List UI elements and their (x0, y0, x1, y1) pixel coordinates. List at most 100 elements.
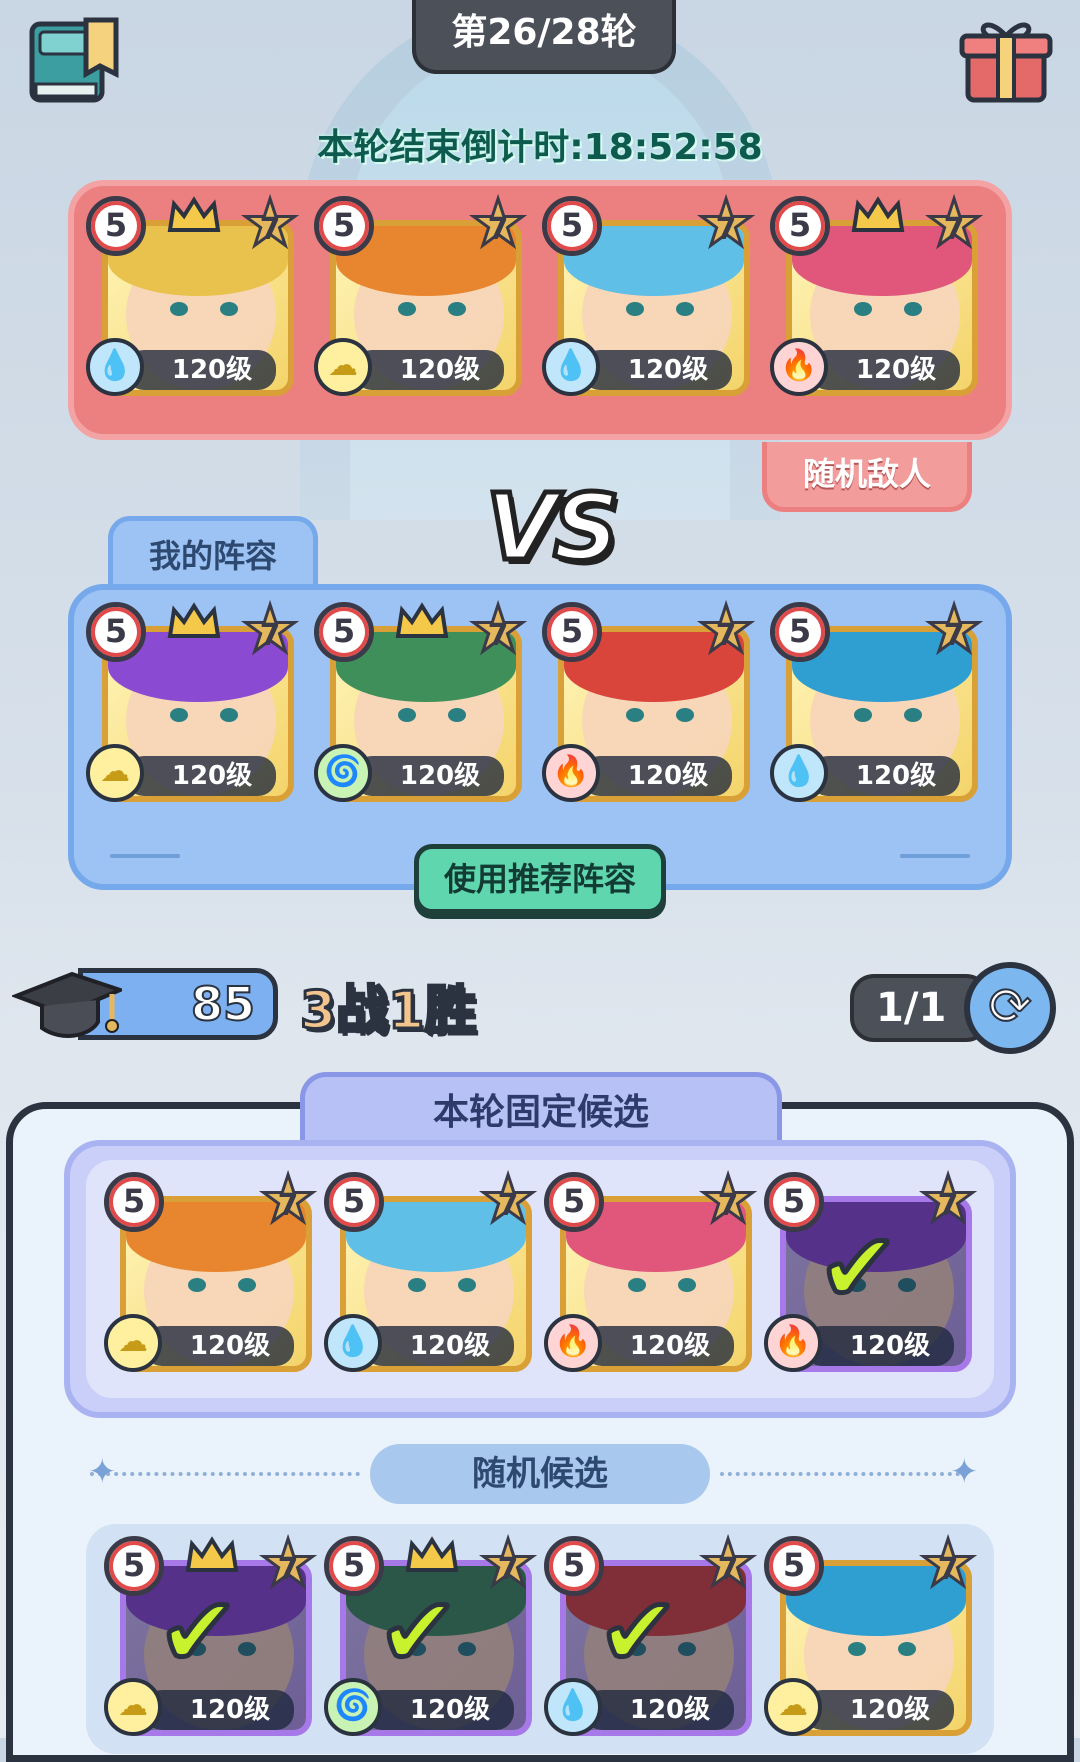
hero-level: 120级 (582, 756, 732, 796)
star-rank-badge: 5 (770, 196, 830, 256)
star-rank-badge: 5 (764, 1536, 824, 1596)
star-rank-badge: 5 (86, 602, 146, 662)
my-lineup-tab: 我的阵容 (108, 516, 318, 586)
star-icon: ★ 7 (924, 593, 984, 667)
fire-element-icon: 🔥 (542, 744, 600, 802)
hero-level: 120级 (810, 350, 960, 390)
star-rank-badge: 5 (770, 602, 830, 662)
star-rank-badge: 5 (314, 196, 374, 256)
earth-element-icon: ☁ (764, 1678, 822, 1736)
star-rank-badge: 5 (314, 602, 374, 662)
star-rank-badge: 5 (104, 1536, 164, 1596)
water-element-icon: 💧 (324, 1314, 382, 1372)
crown-icon (394, 602, 450, 642)
hero-level: 120级 (804, 1326, 954, 1366)
hero-card[interactable]: 120级 5 ★ 7 ☁ ✔ (104, 1531, 318, 1736)
star-icon: ★ 7 (478, 1527, 538, 1601)
check-icon: ✔ (375, 1574, 460, 1691)
hero-card[interactable]: 120级 5 ★ 7 💧 (542, 191, 756, 396)
hero-card[interactable]: 120级 5 ★ 7 🌀 ✔ (324, 1531, 538, 1736)
hero-card[interactable]: 120级 5 ★ 7 ☁ (764, 1531, 978, 1736)
hero-card[interactable]: 120级 5 ★ 7 💧 ✔ (544, 1531, 758, 1736)
wind-element-icon: 🌀 (324, 1678, 382, 1736)
hero-level: 120级 (354, 350, 504, 390)
star-rank-badge: 5 (324, 1172, 384, 1232)
star-icon: ★ 7 (478, 1163, 538, 1237)
round-countdown: 本轮结束倒计时:18:52:58 (317, 127, 763, 168)
hero-card[interactable]: 120级 5 ★ 7 🔥 (770, 191, 984, 396)
hero-card[interactable]: 120级 5 ★ 7 ☁ (104, 1167, 318, 1372)
earth-element-icon: ☁ (104, 1678, 162, 1736)
random-candidates-title: 随机候选 (370, 1444, 710, 1504)
water-element-icon: 💧 (544, 1678, 602, 1736)
random-enemy-tag: 随机敌人 (762, 442, 972, 512)
star-icon: ★ 7 (918, 1527, 978, 1601)
hero-level: 120级 (126, 756, 276, 796)
fire-element-icon: 🔥 (770, 338, 828, 396)
divider-right (720, 1472, 960, 1476)
star-icon: ★ 7 (918, 1163, 978, 1237)
panel-decoration-left (110, 854, 180, 858)
earth-element-icon: ☁ (86, 744, 144, 802)
star-rank-badge: 5 (542, 602, 602, 662)
hero-level: 120级 (126, 350, 276, 390)
wind-element-icon: 🌀 (314, 744, 372, 802)
star-icon: ★ 7 (696, 187, 756, 261)
star-icon: ★ 7 (698, 1163, 758, 1237)
sparkle-icon: ✦ (950, 1452, 979, 1492)
star-rank-badge: 5 (544, 1172, 604, 1232)
fixed-candidates-title: 本轮固定候选 (300, 1072, 782, 1142)
water-element-icon: 💧 (770, 744, 828, 802)
star-icon: ★ 7 (696, 593, 756, 667)
hero-level: 120级 (584, 1690, 734, 1730)
refresh-icon[interactable]: ⟳ (964, 962, 1056, 1054)
hero-level: 120级 (364, 1326, 514, 1366)
hero-card[interactable]: 120级 5 ★ 7 🔥 (544, 1167, 758, 1372)
hero-card[interactable]: 120级 5 ★ 7 ☁ (314, 191, 528, 396)
star-rank-badge: 5 (764, 1172, 824, 1232)
graduation-cap-icon (10, 966, 126, 1046)
star-icon: ★ 7 (258, 1163, 318, 1237)
fire-element-icon: 🔥 (764, 1314, 822, 1372)
versus-label: VS (483, 472, 622, 584)
hero-card[interactable]: 120级 5 ★ 7 ☁ (86, 597, 300, 802)
hero-card[interactable]: 120级 5 ★ 7 💧 (86, 191, 300, 396)
star-icon: ★ 7 (468, 187, 528, 261)
check-icon: ✔ (595, 1574, 680, 1691)
round-indicator: 第26/28轮 (412, 0, 676, 74)
book-icon[interactable] (26, 14, 122, 106)
crown-icon (166, 196, 222, 236)
hero-card[interactable]: 120级 5 ★ 7 🌀 (314, 597, 528, 802)
fire-element-icon: 🔥 (544, 1314, 602, 1372)
hero-level: 120级 (810, 756, 960, 796)
battle-record: 3战1胜 (298, 980, 477, 1043)
star-rank-badge: 5 (86, 196, 146, 256)
hero-level: 120级 (144, 1326, 294, 1366)
star-rank-badge: 5 (104, 1172, 164, 1232)
star-icon: ★ 7 (924, 187, 984, 261)
hero-card[interactable]: 120级 5 ★ 7 🔥 (542, 597, 756, 802)
star-icon: ★ 7 (468, 593, 528, 667)
star-icon: ★ 7 (258, 1527, 318, 1601)
use-recommended-lineup-button[interactable]: 使用推荐阵容 (414, 844, 666, 914)
star-icon: ★ 7 (240, 593, 300, 667)
sparkle-icon: ✦ (88, 1452, 117, 1492)
check-icon: ✔ (815, 1210, 900, 1327)
gift-icon[interactable] (958, 14, 1054, 106)
hero-card[interactable]: 120级 5 ★ 7 💧 (770, 597, 984, 802)
star-rank-badge: 5 (544, 1536, 604, 1596)
divider-left (90, 1472, 360, 1476)
hero-level: 120级 (584, 1326, 734, 1366)
hero-level: 120级 (144, 1690, 294, 1730)
hero-card[interactable]: 120级 5 ★ 7 💧 (324, 1167, 538, 1372)
earth-element-icon: ☁ (314, 338, 372, 396)
check-icon: ✔ (155, 1574, 240, 1691)
hero-card[interactable]: 120级 5 ★ 7 🔥 ✔ (764, 1167, 978, 1372)
crown-icon (404, 1536, 460, 1576)
star-icon: ★ 7 (240, 187, 300, 261)
star-rank-badge: 5 (542, 196, 602, 256)
water-element-icon: 💧 (86, 338, 144, 396)
crown-icon (184, 1536, 240, 1576)
hero-level: 120级 (364, 1690, 514, 1730)
star-rank-badge: 5 (324, 1536, 384, 1596)
